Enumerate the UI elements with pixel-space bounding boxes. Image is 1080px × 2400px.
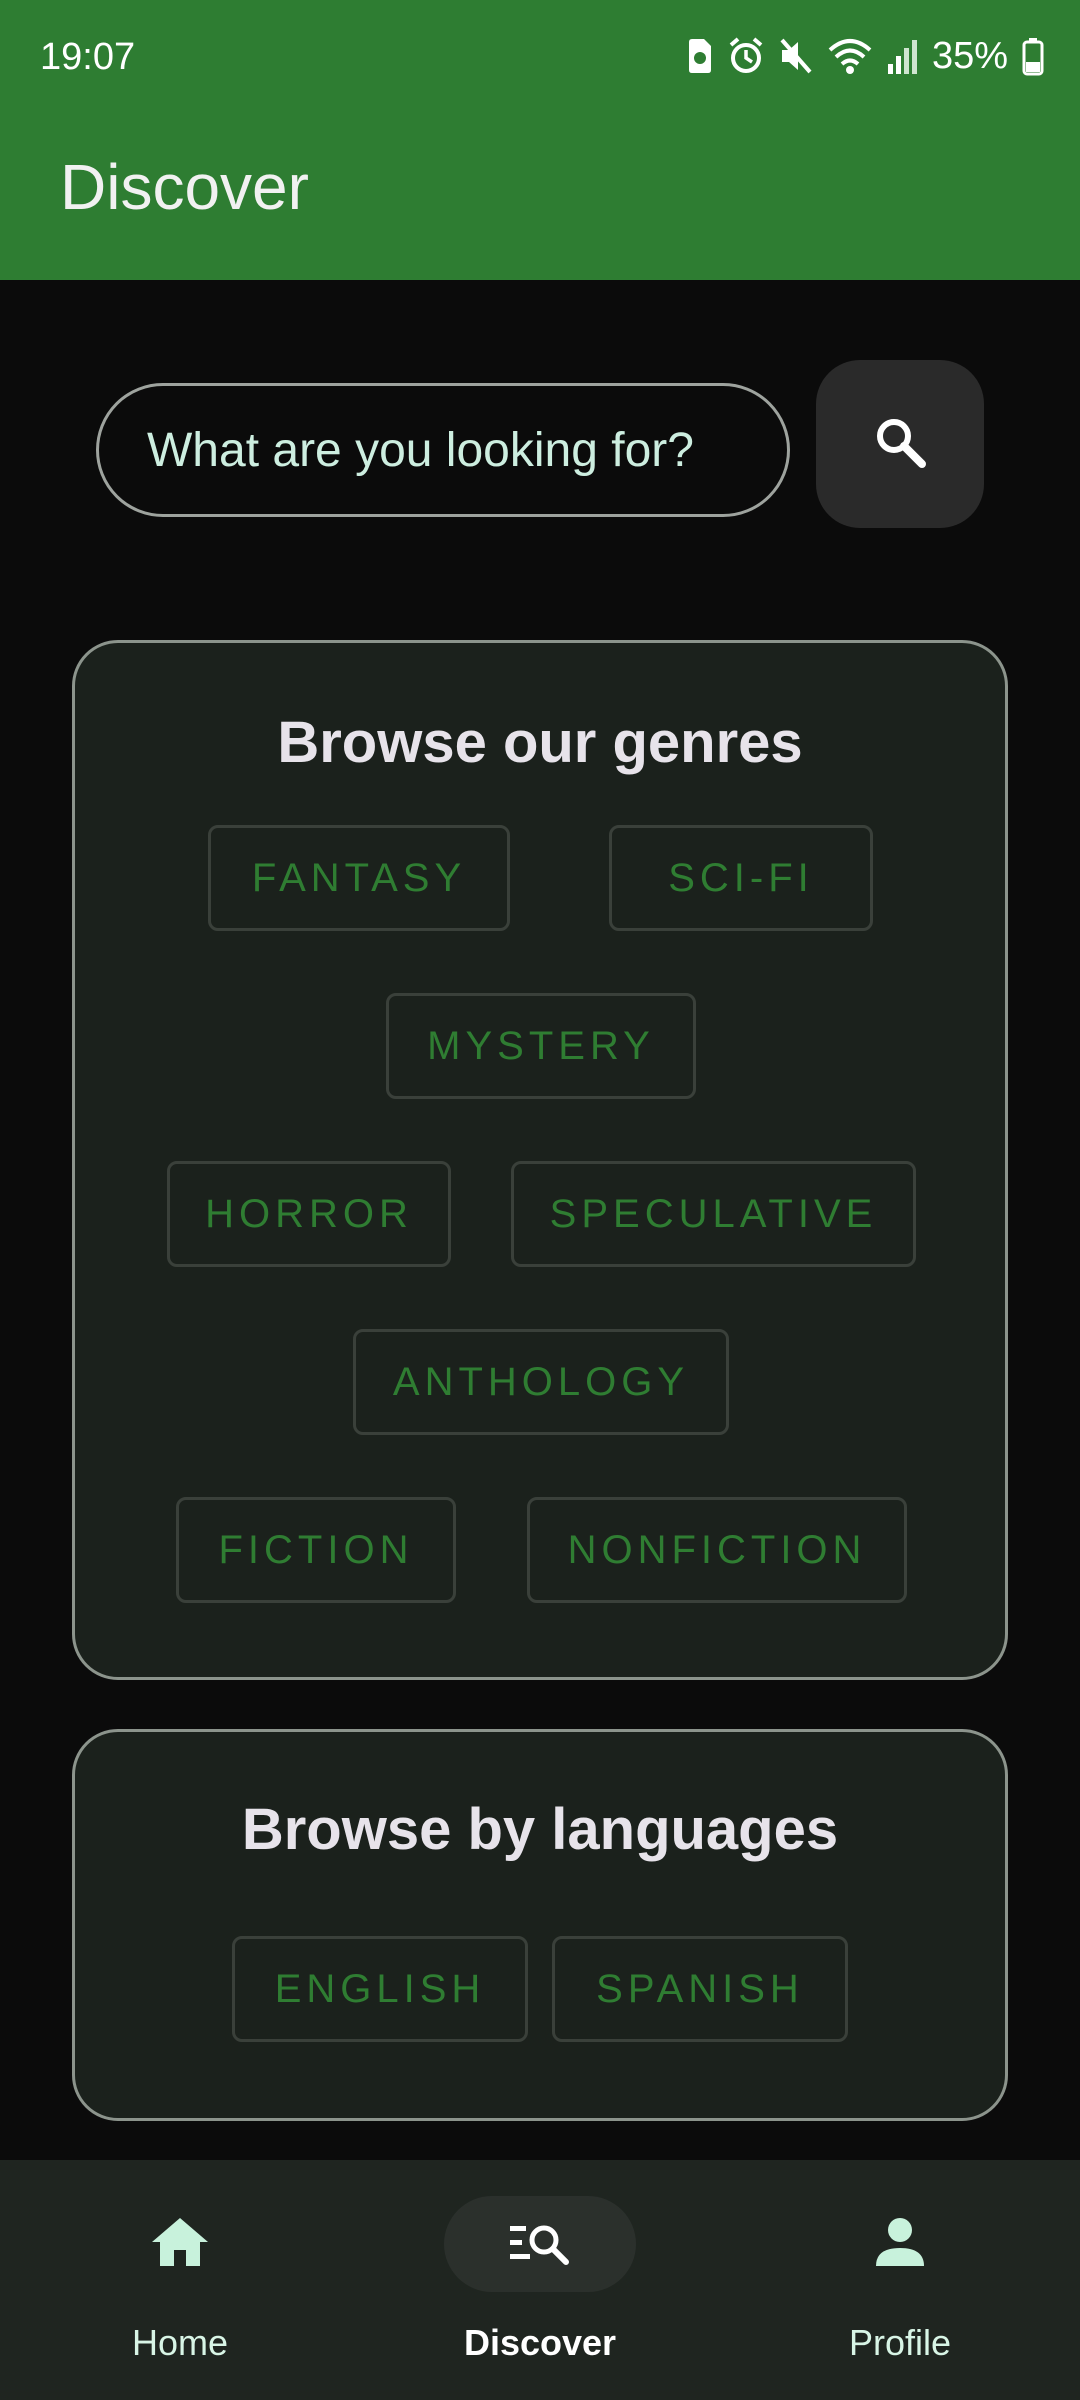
genre-chip-anthology[interactable]: ANTHOLOGY: [353, 1329, 729, 1435]
status-time: 19:07: [40, 36, 136, 78]
search-input[interactable]: What are you looking for?: [96, 383, 790, 517]
nav-label-discover: Discover: [463, 2322, 617, 2363]
wifi-icon: [828, 36, 872, 76]
home-icon: [148, 2214, 212, 2275]
discover-screen: 19:07 35% Discover What are you looking …: [0, 0, 1080, 2400]
genre-chip-horror[interactable]: HORROR: [167, 1161, 451, 1267]
app-bar: 19:07 35% Discover: [0, 0, 1080, 280]
nav-label-home: Home: [131, 2322, 229, 2363]
bottom-navigation: Home Discover Profile: [0, 2160, 1080, 2400]
genre-chip-nonfiction[interactable]: NONFICTION: [527, 1497, 907, 1603]
sim-icon: [686, 36, 714, 76]
genre-chip-fantasy[interactable]: FANTASY: [208, 825, 510, 931]
page-title: Discover: [60, 151, 309, 223]
genre-chip-mystery[interactable]: MYSTERY: [386, 993, 696, 1099]
alarm-icon: [728, 36, 764, 76]
nav-item-home[interactable]: Home: [30, 2160, 330, 2400]
language-chip-english[interactable]: ENGLISH: [232, 1936, 528, 2042]
search-icon: [870, 412, 930, 477]
battery-percent: 35%: [931, 34, 1008, 77]
genres-card: Browse our genres FANTASY SCI-FI MYSTERY…: [72, 640, 1008, 1680]
discover-search-icon: [508, 2218, 572, 2271]
battery-icon: [1022, 36, 1044, 76]
language-chip-spanish[interactable]: SPANISH: [552, 1936, 848, 2042]
person-icon: [872, 2214, 928, 2275]
nav-item-discover[interactable]: Discover: [390, 2160, 690, 2400]
nav-label-profile: Profile: [848, 2322, 952, 2363]
languages-card: Browse by languages ENGLISH SPANISH: [72, 1729, 1008, 2121]
genre-chip-speculative[interactable]: SPECULATIVE: [511, 1161, 916, 1267]
signal-icon: [886, 36, 918, 76]
genres-title: Browse our genres: [277, 710, 803, 775]
status-icons: 35%: [686, 34, 1044, 78]
genre-chip-sci-fi[interactable]: SCI-FI: [609, 825, 873, 931]
genre-chip-fiction[interactable]: FICTION: [176, 1497, 456, 1603]
search-button[interactable]: [816, 360, 984, 528]
nav-item-profile[interactable]: Profile: [750, 2160, 1050, 2400]
search-placeholder: What are you looking for?: [147, 423, 694, 477]
languages-title: Browse by languages: [241, 1797, 839, 1862]
mute-icon: [778, 36, 814, 76]
